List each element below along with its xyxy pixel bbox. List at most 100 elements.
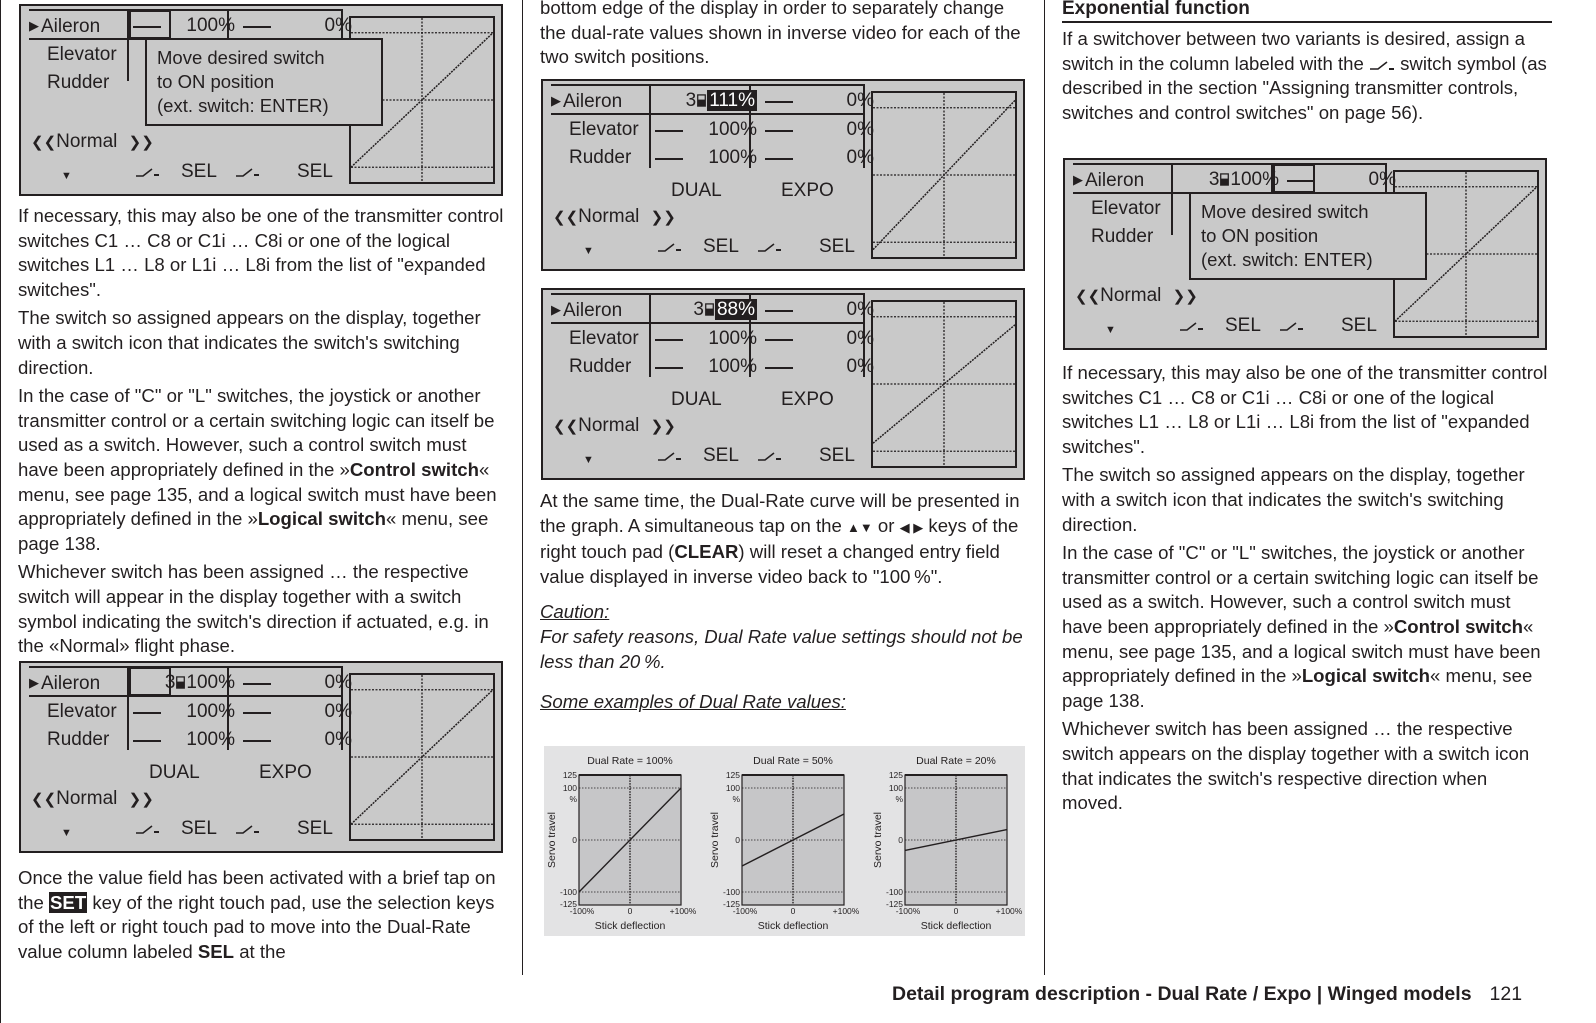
dual-cell[interactable]: 100% bbox=[651, 144, 757, 172]
channel-row-elevator[interactable]: Elevator 100% 0% bbox=[551, 116, 874, 144]
expo-value[interactable]: 0% bbox=[847, 356, 874, 377]
dual-switch-assign[interactable] bbox=[653, 444, 685, 468]
dual-cell[interactable]: 100% bbox=[651, 325, 757, 353]
expo-sel-button[interactable]: SEL bbox=[297, 160, 333, 184]
expo-cell[interactable]: 0% bbox=[761, 87, 874, 115]
lcd-display-dual-111: ▶ Aileron 3 111% 0% Elevator 100% 0% Rudder 100% 0… bbox=[541, 79, 1025, 271]
dual-rate-value[interactable]: 100% bbox=[186, 15, 235, 36]
expo-value[interactable]: 0% bbox=[847, 90, 874, 111]
expo-cell[interactable]: 0% bbox=[239, 698, 352, 726]
expo-cell[interactable]: 0% bbox=[239, 12, 352, 40]
expo-cell[interactable]: 0% bbox=[239, 726, 352, 754]
dual-rate-value[interactable]: 100% bbox=[1230, 169, 1279, 190]
channel-row-elevator[interactable]: Elevator 100% 0% bbox=[29, 698, 352, 726]
expo-cell[interactable]: 0% bbox=[761, 296, 874, 324]
channel-row-aileron[interactable]: ▶ Aileron 100% 0% bbox=[29, 12, 352, 40]
dual-switch-assign[interactable] bbox=[653, 235, 685, 259]
phase-next-icon[interactable]: ❯❯ bbox=[129, 134, 154, 151]
dual-cell[interactable]: 3 88% bbox=[651, 296, 757, 324]
expo-cell[interactable]: 0% bbox=[761, 325, 874, 353]
x-tick-label: 0 bbox=[954, 906, 959, 916]
switch-number: 3 bbox=[1208, 169, 1220, 190]
dual-sel-button[interactable]: SEL bbox=[703, 235, 739, 259]
flight-phase[interactable]: ❮❮Normal ❯❯ bbox=[31, 130, 154, 155]
expo-switch-assign[interactable] bbox=[753, 235, 785, 259]
dual-switch-assign[interactable] bbox=[1175, 314, 1207, 338]
dual-switch-assign[interactable] bbox=[131, 817, 163, 841]
expo-value[interactable]: 0% bbox=[325, 672, 352, 693]
flight-phase[interactable]: ❮❮Normal ❯❯ bbox=[553, 414, 676, 439]
phase-prev-icon[interactable]: ❮❮ bbox=[553, 418, 578, 435]
dual-rate-value[interactable]: 100% bbox=[708, 147, 757, 168]
expo-value[interactable]: 0% bbox=[847, 328, 874, 349]
phase-next-icon[interactable]: ❯❯ bbox=[651, 209, 676, 226]
expo-cell[interactable]: 0% bbox=[761, 116, 874, 144]
caution-text: For safety reasons, Dual Rate value sett… bbox=[540, 625, 1023, 672]
dual-sel-button[interactable]: SEL bbox=[181, 160, 217, 184]
dual-sel-button[interactable]: SEL bbox=[1225, 314, 1261, 338]
channel-row-rudder[interactable]: Rudder 100% 0% bbox=[29, 726, 352, 754]
dual-switch-assign[interactable] bbox=[131, 160, 163, 184]
expo-cell[interactable]: 0% bbox=[239, 669, 352, 697]
flight-phase[interactable]: ❮❮Normal ❯❯ bbox=[1075, 284, 1198, 309]
expo-value[interactable]: 0% bbox=[847, 147, 874, 168]
channel-row-rudder[interactable]: Rudder 100% 0% bbox=[551, 144, 874, 172]
expo-value[interactable]: 0% bbox=[325, 701, 352, 722]
expo-switch-assign[interactable] bbox=[1275, 314, 1307, 338]
flight-phase[interactable]: ❮❮Normal ❯❯ bbox=[553, 205, 676, 230]
scroll-down-icon[interactable]: ▼ bbox=[61, 164, 72, 188]
expo-sel-button[interactable]: SEL bbox=[819, 444, 855, 468]
expo-switch-assign[interactable] bbox=[231, 817, 263, 841]
dual-rate-value[interactable]: 88% bbox=[714, 299, 757, 320]
expo-value[interactable]: 0% bbox=[847, 119, 874, 140]
channel-row-aileron[interactable]: ▶ Aileron 3 88% 0% bbox=[551, 296, 874, 324]
channel-row-aileron[interactable]: ▶ Aileron 3 100% 0% bbox=[29, 669, 352, 697]
expo-sel-button[interactable]: SEL bbox=[297, 817, 333, 841]
dual-cell[interactable]: 100% bbox=[651, 353, 757, 381]
expo-sel-button[interactable]: SEL bbox=[819, 235, 855, 259]
channel-row-aileron[interactable]: ▶ Aileron 3 111% 0% bbox=[551, 87, 874, 115]
dual-rate-value[interactable]: 100% bbox=[186, 701, 235, 722]
selection-cursor bbox=[129, 10, 171, 39]
flight-phase[interactable]: ❮❮Normal ❯❯ bbox=[31, 787, 154, 812]
scroll-down-icon[interactable]: ▼ bbox=[583, 239, 594, 263]
dual-rate-value[interactable]: 111% bbox=[707, 90, 757, 111]
expo-value[interactable]: 0% bbox=[325, 729, 352, 750]
channel-row-rudder[interactable]: Rudder 100% 0% bbox=[551, 353, 874, 381]
expo-cell[interactable]: 0% bbox=[761, 353, 874, 381]
channel-name: Aileron bbox=[563, 91, 623, 112]
dual-cell[interactable]: 100% bbox=[129, 698, 235, 726]
dual-cell[interactable]: 3 100% bbox=[1173, 166, 1279, 194]
expo-sel-button[interactable]: SEL bbox=[1341, 314, 1377, 338]
expo-value[interactable]: 0% bbox=[1369, 169, 1396, 190]
scroll-down-icon[interactable]: ▼ bbox=[61, 821, 72, 845]
expo-value[interactable]: 0% bbox=[325, 15, 352, 36]
dual-rate-value[interactable]: 100% bbox=[708, 356, 757, 377]
dual-cell[interactable]: 100% bbox=[651, 116, 757, 144]
dual-sel-button[interactable]: SEL bbox=[181, 817, 217, 841]
phase-prev-icon[interactable]: ❮❮ bbox=[31, 134, 56, 151]
phase-prev-icon[interactable]: ❮❮ bbox=[31, 791, 56, 808]
phase-next-icon[interactable]: ❯❯ bbox=[1173, 288, 1198, 305]
expo-value[interactable]: 0% bbox=[847, 299, 874, 320]
channel-row-elevator[interactable]: Elevator 100% 0% bbox=[551, 325, 874, 353]
phase-prev-icon[interactable]: ❮❮ bbox=[1075, 288, 1100, 305]
dual-cell[interactable]: 100% bbox=[129, 726, 235, 754]
phase-next-icon[interactable]: ❯❯ bbox=[651, 418, 676, 435]
dual-rate-value[interactable]: 100% bbox=[186, 729, 235, 750]
scroll-down-icon[interactable]: ▼ bbox=[583, 448, 594, 472]
scroll-down-icon[interactable]: ▼ bbox=[1105, 318, 1116, 342]
channel-row-aileron[interactable]: ▶ Aileron 3 100% 0% bbox=[1073, 166, 1396, 194]
phase-prev-icon[interactable]: ❮❮ bbox=[553, 209, 578, 226]
dual-rate-value[interactable]: 100% bbox=[708, 119, 757, 140]
dual-rate-value[interactable]: 100% bbox=[708, 328, 757, 349]
dual-cell[interactable]: 3 111% bbox=[651, 87, 757, 115]
lcd-display-dual-88: ▶ Aileron 3 88% 0% Elevator 100% 0% Rudder 100% 0%… bbox=[541, 288, 1025, 480]
phase-next-icon[interactable]: ❯❯ bbox=[129, 791, 154, 808]
expo-switch-assign[interactable] bbox=[753, 444, 785, 468]
dual-sel-button[interactable]: SEL bbox=[703, 444, 739, 468]
expo-cell[interactable]: 0% bbox=[761, 144, 874, 172]
dual-rate-value[interactable]: 100% bbox=[186, 672, 235, 693]
switch-prompt-popup: Move desired switch to ON position (ext. s… bbox=[145, 38, 383, 126]
expo-switch-assign[interactable] bbox=[231, 160, 263, 184]
